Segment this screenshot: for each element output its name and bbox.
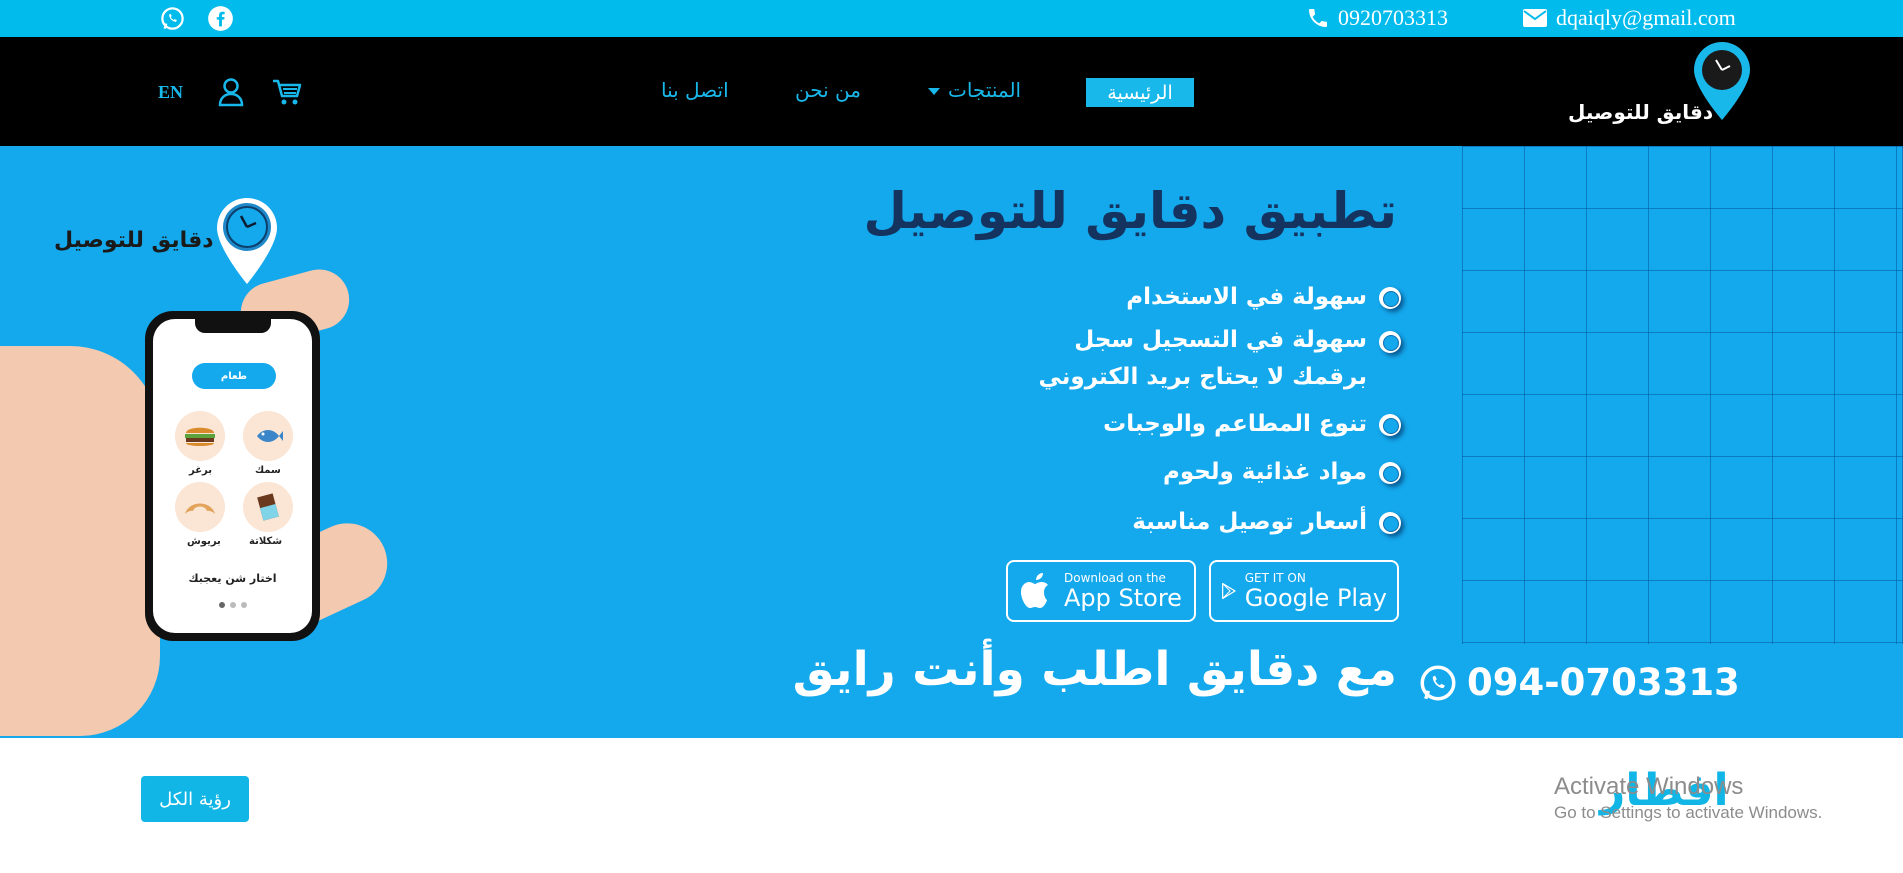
nav-products[interactable]: المنتجات [928, 78, 1021, 102]
see-all-button[interactable]: رؤية الكل [141, 776, 249, 822]
chocolate-icon [243, 482, 293, 532]
food-label: سمك [255, 465, 281, 476]
feature-item: أسعار توصيل مناسبة [1132, 509, 1367, 535]
feature-item: سهولة في الاستخدام [1126, 284, 1367, 310]
watermark-line-2: Go to Settings to activate Windows. [1554, 803, 1823, 822]
food-label: شكلاتة [249, 536, 283, 547]
phone-contact[interactable]: 0920703313 [1306, 5, 1448, 31]
phone-screen: طعام سمك برغر شكلاتة بريوش اختار شن يعجب… [153, 319, 312, 633]
nav-contact[interactable]: اتصل بنا [661, 78, 729, 102]
email-contact[interactable]: dqaiqly@gmail.com [1522, 5, 1736, 31]
feature-item: مواد غذائية ولحوم [1162, 459, 1367, 485]
feature-item: تنوع المطاعم والوجبات [1103, 411, 1367, 437]
hand-illustration [0, 346, 160, 736]
bullet-icon [1379, 512, 1401, 534]
app-store-small: Download on the [1064, 571, 1166, 585]
activate-windows-watermark: Activate Windows Go to Settings to activ… [1554, 772, 1822, 824]
contact-bar: 0920703313 dqaiqly@gmail.com [0, 0, 1903, 37]
bullet-icon [1379, 462, 1401, 484]
watermark-line-1: Activate Windows [1554, 773, 1744, 800]
whatsapp-icon [1420, 665, 1456, 700]
phone-number: 0920703313 [1338, 5, 1448, 30]
email-address: dqaiqly@gmail.com [1556, 5, 1736, 30]
cart-icon[interactable] [271, 76, 303, 108]
croissant-icon [175, 482, 225, 532]
bullet-icon [1379, 414, 1401, 436]
burger-icon [175, 411, 225, 461]
whatsapp-icon[interactable] [159, 5, 186, 32]
feature-item: برقمك لا يحتاج بريد الكتروني [1038, 364, 1367, 390]
whatsapp-number: 094-0703313 [1467, 661, 1740, 704]
facebook-icon[interactable] [207, 5, 234, 32]
logo-pin-icon[interactable] [1568, 42, 1758, 142]
email-icon [1523, 9, 1547, 27]
clock-pin-icon [217, 198, 277, 284]
app-store-button[interactable]: Download on the App Store [1006, 560, 1196, 622]
nav-about[interactable]: من نحن [795, 78, 861, 102]
bullet-icon [1379, 287, 1401, 309]
app-category-pill: طعام [192, 363, 276, 389]
bullet-icon [1379, 331, 1401, 353]
caret-down-icon [928, 88, 940, 95]
hero-title: تطبيق دقايق للتوصيل [863, 182, 1398, 240]
phone-icon [1309, 9, 1327, 27]
hero-logo-text: دقايق للتوصيل [54, 228, 214, 253]
carousel-dots [219, 602, 247, 608]
feature-item: سهولة في التسجيل سجل [1074, 327, 1367, 353]
apple-icon [1021, 573, 1048, 608]
grid-decoration [1462, 146, 1903, 644]
google-play-big: Google Play [1244, 584, 1387, 612]
food-label: برغر [189, 465, 213, 476]
user-icon[interactable] [215, 76, 247, 108]
google-play-small: GET IT ON [1244, 571, 1306, 585]
nav-products-label: المنتجات [948, 78, 1022, 102]
whatsapp-contact[interactable]: 094-0703313 [1417, 661, 1740, 704]
fish-icon [243, 411, 293, 461]
app-store-big: App Store [1064, 584, 1182, 612]
hero-slogan: مع دقايق اطلب وأنت رايق [792, 642, 1397, 697]
phone-notch [195, 319, 271, 333]
hero-banner: تطبيق دقايق للتوصيل سهولة في الاستخدام س… [0, 146, 1903, 738]
google-play-button[interactable]: GET IT ON Google Play [1209, 560, 1399, 622]
language-switch[interactable]: EN [158, 82, 183, 103]
food-label: بريوش [187, 536, 221, 547]
phone-cta-text: اختار شن يعجبك [188, 572, 277, 585]
google-play-icon [1222, 582, 1236, 600]
logo-text[interactable]: دقايق للتوصيل [1568, 100, 1713, 124]
nav-home[interactable]: الرئيسية [1086, 78, 1194, 107]
